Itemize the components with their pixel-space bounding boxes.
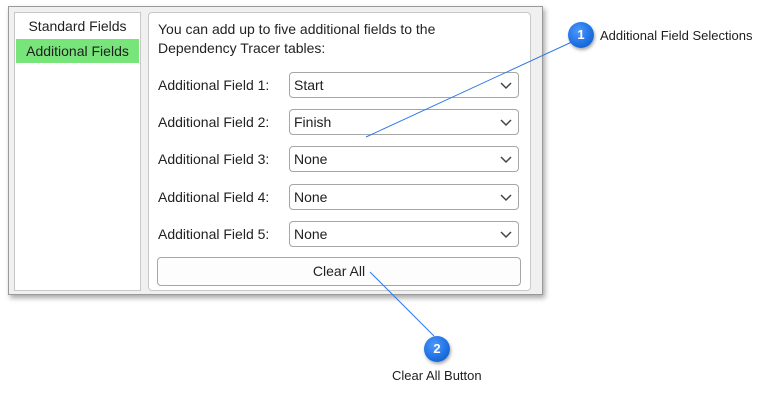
callout-2-leader-line: [369, 271, 435, 337]
callout-1-leader-line: [365, 40, 575, 138]
callout-1-label: Additional Field Selections: [600, 28, 753, 43]
callout-2-badge: 2: [424, 336, 450, 362]
callout-2-label: Clear All Button: [392, 368, 482, 383]
stage: Standard Fields Additional Fields You ca…: [0, 0, 770, 399]
callout-leader-lines: [365, 40, 575, 337]
callout-1-badge: 1: [568, 22, 594, 48]
